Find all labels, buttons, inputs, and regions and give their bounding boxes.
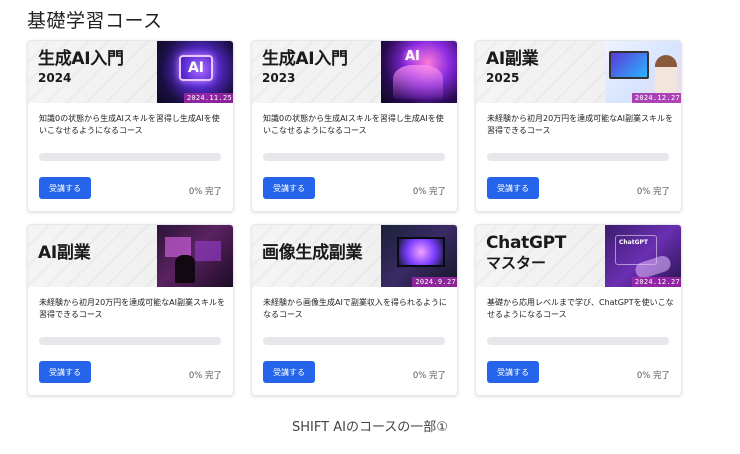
enroll-button[interactable]: 受講する <box>263 177 315 199</box>
course-thumbnail: 2024.9.27 <box>381 225 457 287</box>
course-title: AI副業 <box>486 49 539 69</box>
course-description: 未経験から画像生成AIで副業収入を得られるようになるコース <box>263 298 447 319</box>
enroll-button[interactable]: 受講する <box>487 177 539 199</box>
course-description: 基礎から応用レベルまで学び、ChatGPTを使いこなせるようになるコース <box>487 298 674 319</box>
course-card-image-gen-side-job[interactable]: 画像生成副業 2024.9.27 未経験から画像生成AIで副業収入を得られるよう… <box>251 224 458 396</box>
completion-status: 0% 完了 <box>188 187 222 197</box>
release-date-badge: 2024.12.27 <box>631 277 681 287</box>
course-subtitle: 2025 <box>486 70 520 85</box>
enroll-button[interactable]: 受講する <box>39 177 91 199</box>
person-icon <box>655 55 677 95</box>
section-title: 基礎学習コース <box>27 10 163 32</box>
course-card-chatgpt-master[interactable]: ChatGPT マスター ChatGPT 2024.12.27 基礎から応用レベ… <box>475 224 682 396</box>
course-banner-title: AI副業 <box>38 243 91 266</box>
course-description: 未経験から初月20万円を達成可能なAI副業スキルを習得できるコース <box>39 298 226 319</box>
course-subtitle: マスター <box>486 253 547 272</box>
progress-bar <box>487 153 669 161</box>
course-thumbnail: ChatGPT 2024.12.27 <box>605 225 681 287</box>
completion-status: 0% 完了 <box>636 371 670 381</box>
course-card-ai-intro-2023[interactable]: 生成AI入門 2023 AI 知識0の状態から生成AIスキルを習得し生成AIを使… <box>251 40 458 212</box>
chatgpt-thumb-label: ChatGPT <box>619 239 649 246</box>
course-description: 未経験から初月20万円を達成可能なAI副業スキルを習得できるコース <box>487 114 674 135</box>
enroll-button[interactable]: 受講する <box>39 361 91 383</box>
course-subtitle: 2024 <box>38 70 72 85</box>
completion-status: 0% 完了 <box>412 371 446 381</box>
person-icon <box>175 255 195 283</box>
course-banner-title: ChatGPT マスター <box>486 233 567 272</box>
course-description: 知識0の状態から生成AIスキルを習得し生成AIを使いこなせるようになるコース <box>39 114 220 135</box>
course-banner-title: 生成AI入門 2023 <box>262 49 348 85</box>
course-banner[interactable]: ChatGPT マスター ChatGPT 2024.12.27 <box>476 225 681 287</box>
course-title: 生成AI入門 <box>38 49 124 69</box>
completion-status: 0% 完了 <box>636 187 670 197</box>
course-banner-title: 画像生成副業 <box>262 243 363 266</box>
course-banner-title: AI副業 2025 <box>486 49 539 85</box>
course-title: 生成AI入門 <box>262 49 348 69</box>
release-date-badge: 2024.12.27 <box>631 93 681 103</box>
progress-bar <box>39 337 221 345</box>
course-banner[interactable]: 生成AI入門 2024 AI 2024.11.25 <box>28 41 233 103</box>
course-card-ai-side-job-2025[interactable]: AI副業 2025 2024.12.27 未経験から初月20万円を達成可能なAI… <box>475 40 682 212</box>
release-date-badge: 2024.9.27 <box>412 277 457 287</box>
course-banner[interactable]: AI副業 <box>28 225 233 287</box>
course-title: ChatGPT <box>486 233 567 253</box>
monitor-icon <box>609 51 649 79</box>
course-banner[interactable]: 生成AI入門 2023 AI <box>252 41 457 103</box>
course-thumbnail: AI 2024.11.25 <box>157 41 233 103</box>
course-thumbnail: 2024.12.27 <box>605 41 681 103</box>
course-title: AI副業 <box>38 243 91 263</box>
ai-glyph-icon: AI <box>405 49 420 64</box>
course-thumbnail: AI <box>381 41 457 103</box>
course-banner-title: 生成AI入門 2024 <box>38 49 124 85</box>
progress-bar <box>39 153 221 161</box>
course-thumbnail <box>157 225 233 287</box>
course-banner[interactable]: AI副業 2025 2024.12.27 <box>476 41 681 103</box>
course-card-ai-side-job[interactable]: AI副業 未経験から初月20万円を達成可能なAI副業スキルを習得できるコース 受… <box>27 224 234 396</box>
progress-bar <box>263 153 445 161</box>
course-description: 知識0の状態から生成AIスキルを習得し生成AIを使いこなせるようになるコース <box>263 114 444 135</box>
image-caption: SHIFT AIのコースの一部① <box>292 420 448 435</box>
course-grid: 生成AI入門 2024 AI 2024.11.25 知識0の状態から生成AIスキ… <box>27 40 682 396</box>
completion-status: 0% 完了 <box>188 371 222 381</box>
release-date-badge: 2024.11.25 <box>183 93 233 103</box>
enroll-button[interactable]: 受講する <box>263 361 315 383</box>
course-banner[interactable]: 画像生成副業 2024.9.27 <box>252 225 457 287</box>
course-subtitle: 2023 <box>262 70 296 85</box>
monitor-icon <box>397 237 445 267</box>
enroll-button[interactable]: 受講する <box>487 361 539 383</box>
course-card-ai-intro-2024[interactable]: 生成AI入門 2024 AI 2024.11.25 知識0の状態から生成AIスキ… <box>27 40 234 212</box>
robot-hand-icon <box>393 65 443 99</box>
progress-bar <box>487 337 669 345</box>
progress-bar <box>263 337 445 345</box>
ai-chip-icon: AI <box>179 55 213 81</box>
completion-status: 0% 完了 <box>412 187 446 197</box>
screen-icon <box>165 237 191 257</box>
course-title: 画像生成副業 <box>262 243 363 263</box>
